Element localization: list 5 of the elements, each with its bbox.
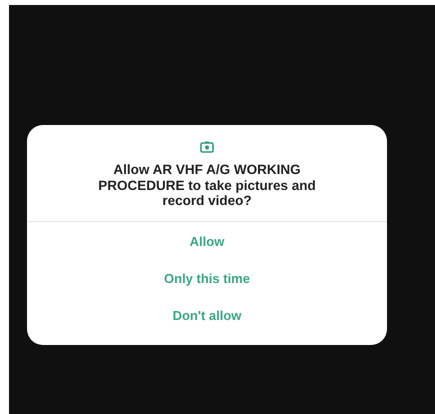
camera-icon	[200, 141, 214, 153]
dialog-button[interactable]: Don't allow	[160, 300, 254, 331]
dialog-button[interactable]: Allow	[178, 226, 236, 257]
dialog-message: Allow AR VHF A/G WORKING PROCEDURE to take pictures and record video?	[97, 162, 317, 209]
dialog-button[interactable]: Only this time	[152, 262, 262, 294]
